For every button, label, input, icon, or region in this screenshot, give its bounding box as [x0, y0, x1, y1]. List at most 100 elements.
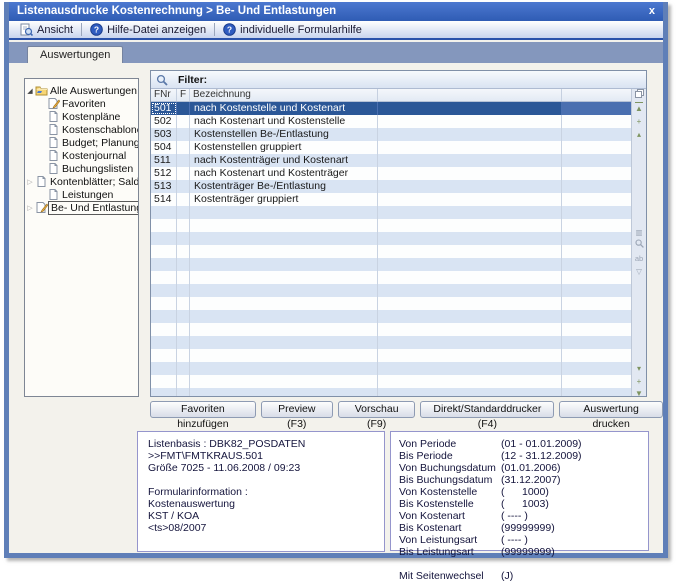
empty-row[interactable]: [151, 336, 631, 349]
param-row-seitenwechsel: Mit Seitenwechsel(J): [399, 570, 648, 582]
empty-row[interactable]: [151, 310, 631, 323]
table-row[interactable]: 504Kostenstellen gruppiert: [151, 141, 631, 154]
listenbasis-info-panel: Listenbasis : DBK82_POSDATEN >>FMT\FMTKR…: [137, 431, 385, 552]
tree-label: Kostenjournal: [60, 150, 128, 162]
empty-row[interactable]: [151, 297, 631, 310]
info-line: >>FMT\FMTKRAUS.501: [148, 450, 384, 462]
cell-fnr: 503: [151, 128, 177, 141]
cell-bezeichnung: Kostenstellen Be-/Entlastung: [190, 128, 378, 141]
empty-row[interactable]: [151, 362, 631, 375]
filter-bar: Filter:: [151, 71, 646, 89]
parameter-info-panel: Von Periode(01 - 01.01.2009) Bis Periode…: [390, 431, 649, 551]
cell-bezeichnung: nach Kostenart und Kostenträger: [190, 167, 378, 180]
empty-row[interactable]: [151, 206, 631, 219]
tree-label: Buchungslisten: [60, 163, 135, 175]
column-header-f[interactable]: F: [177, 89, 190, 101]
sort-icon[interactable]: ab: [635, 252, 643, 265]
search-icon[interactable]: [635, 239, 644, 252]
info-line: Listenbasis : DBK82_POSDATEN: [148, 438, 384, 450]
table-row[interactable]: 502nach Kostenart und Kostenstelle: [151, 115, 631, 128]
scroll-down-icon[interactable]: ▾: [637, 362, 641, 375]
param-row: Von Kostenart( ---- ): [399, 510, 648, 522]
auswertungen-grid: Filter: FNr F Bezeichnung 501nach Kosten…: [150, 70, 647, 397]
empty-row[interactable]: [151, 349, 631, 362]
tree-item-kontenblaetter-saldenlisten[interactable]: ▷ Kontenblätter; Saldenlisten: [25, 175, 138, 188]
column-header-fnr[interactable]: FNr: [151, 89, 177, 101]
filter-icon[interactable]: ▽: [636, 265, 642, 278]
empty-row[interactable]: [151, 323, 631, 336]
table-row[interactable]: 501nach Kostenstelle und Kostenart: [151, 102, 631, 115]
empty-row[interactable]: [151, 271, 631, 284]
formularhilfe-button[interactable]: ? individuelle Formularhilfe: [217, 21, 368, 38]
empty-row[interactable]: [151, 284, 631, 297]
tree-label: Kostenschablonen: [60, 124, 139, 136]
preview-button[interactable]: Preview (F3): [261, 401, 333, 418]
expander-expanded-icon[interactable]: ◢: [25, 87, 35, 95]
table-row[interactable]: 513Kostenträger Be-/Entlastung: [151, 180, 631, 193]
table-row[interactable]: 511nach Kostenträger und Kostenart: [151, 154, 631, 167]
tree-label: Be- Und Entlastungen: [48, 201, 139, 215]
table-row[interactable]: 514 Kostenträger gruppiert: [151, 193, 631, 206]
vorschau-button[interactable]: Vorschau (F9): [338, 401, 416, 418]
tree-item-kostenjournal[interactable]: Kostenjournal: [25, 149, 138, 162]
info-line: <ts>08/2007: [148, 522, 384, 534]
tree-item-buchungslisten[interactable]: Buchungslisten: [25, 162, 138, 175]
cell-bezeichnung: nach Kostenträger und Kostenart: [190, 154, 378, 167]
tree-item-favoriten[interactable]: Favoriten: [25, 97, 138, 110]
auswertungen-tree: ◢ Alle Auswertungen Favoriten Kostenplän…: [24, 78, 139, 397]
search-icon[interactable]: [156, 74, 168, 86]
page-edit-icon: [35, 202, 48, 213]
tree-item-kostenschablonen[interactable]: Kostenschablonen: [25, 123, 138, 136]
info-line: Formularinformation :: [148, 486, 384, 498]
ansicht-button[interactable]: Ansicht: [13, 21, 79, 38]
tree-label: Budget; Planung; Prognose: [60, 137, 139, 149]
cell-fnr: 512: [151, 167, 177, 180]
expander-collapsed-icon[interactable]: ▷: [25, 204, 35, 212]
hilfe-datei-button[interactable]: ? Hilfe-Datei anzeigen: [84, 21, 212, 38]
cell-fnr: 514: [151, 193, 177, 206]
scroll-up-page-icon[interactable]: +: [637, 115, 642, 128]
tree-item-kostenplaene[interactable]: Kostenpläne: [25, 110, 138, 123]
grid-header[interactable]: FNr F Bezeichnung: [151, 89, 631, 102]
auswertung-drucken-button[interactable]: Auswertung drucken: [559, 401, 663, 418]
favoriten-hinzufuegen-button[interactable]: Favoriten hinzufügen: [150, 401, 256, 418]
document-icon: [47, 124, 60, 135]
empty-row[interactable]: [151, 245, 631, 258]
cell-bezeichnung: Kostenträger gruppiert: [190, 193, 378, 206]
empty-row[interactable]: [151, 219, 631, 232]
column-header-empty[interactable]: [378, 89, 562, 101]
empty-row[interactable]: [151, 258, 631, 271]
action-button-row: Favoriten hinzufügen Preview (F3) Vorsch…: [150, 401, 663, 418]
cell-bezeichnung: Kostenträger Be-/Entlastung: [190, 180, 378, 193]
copy-window-icon[interactable]: [635, 89, 644, 102]
tree-item-budget-planung-prognose[interactable]: Budget; Planung; Prognose: [25, 136, 138, 149]
empty-row[interactable]: [151, 232, 631, 245]
expander-collapsed-icon[interactable]: ▷: [25, 178, 35, 186]
scroll-up-icon[interactable]: ▴: [637, 128, 641, 141]
tree-label: Favoriten: [60, 98, 108, 110]
column-header-bezeichnung[interactable]: Bezeichnung: [190, 89, 378, 101]
toolbar-separator: [214, 23, 215, 36]
tree-item-alle-auswertungen[interactable]: ◢ Alle Auswertungen: [25, 84, 138, 97]
tree-item-be-und-entlastungen[interactable]: ▷ Be- Und Entlastungen: [25, 201, 138, 214]
title-bar: Listenausdrucke Kostenrechnung > Be- Und…: [9, 2, 663, 21]
tree-label: Leistungen: [60, 189, 115, 201]
cell-fnr: 501: [151, 102, 177, 115]
scroll-to-bottom-icon[interactable]: ▼: [635, 388, 643, 397]
formularhilfe-label: individuelle Formularhilfe: [240, 24, 362, 36]
close-icon[interactable]: x: [649, 2, 655, 21]
empty-row[interactable]: [151, 375, 631, 388]
empty-row[interactable]: [151, 388, 631, 397]
tree-label: Kostenpläne: [60, 111, 122, 123]
tab-auswertungen[interactable]: Auswertungen: [27, 46, 123, 63]
scroll-down-page-icon[interactable]: +: [637, 375, 642, 388]
tree-item-leistungen[interactable]: Leistungen: [25, 188, 138, 201]
scroll-to-top-icon[interactable]: ▲: [635, 102, 643, 115]
direkt-standarddrucker-button[interactable]: Direkt/Standarddrucker (F4): [420, 401, 554, 418]
columns-icon[interactable]: ▥: [635, 226, 642, 239]
document-icon: [47, 150, 60, 161]
folder-icon: [35, 85, 48, 96]
hilfe-datei-label: Hilfe-Datei anzeigen: [107, 24, 206, 36]
table-row[interactable]: 503 Kostenstellen Be-/Entlastung: [151, 128, 631, 141]
table-row[interactable]: 512 nach Kostenart und Kostenträger: [151, 167, 631, 180]
